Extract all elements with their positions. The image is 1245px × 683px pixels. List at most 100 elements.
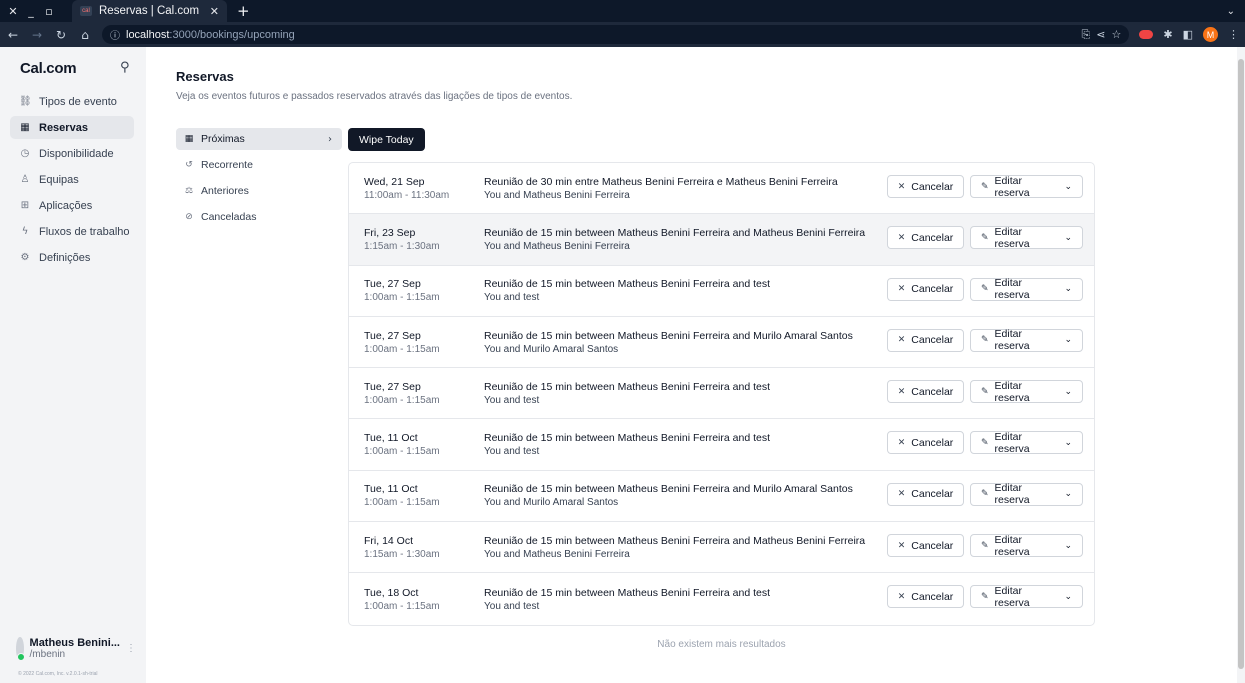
- page-scrollbar[interactable]: [1237, 47, 1245, 683]
- edit-booking-button[interactable]: ✎ Editar reserva ⌄: [970, 226, 1083, 250]
- maximize-window-icon[interactable]: ▫: [40, 5, 58, 18]
- sidebar-item-fluxos-de-trabalho[interactable]: ϟ Fluxos de trabalho: [10, 220, 134, 243]
- edit-booking-button[interactable]: ✎ Editar reserva ⌄: [970, 482, 1083, 506]
- tab-anteriores[interactable]: ⚖ Anteriores: [176, 180, 342, 202]
- close-icon: ✕: [897, 335, 906, 346]
- booking-row[interactable]: Tue, 11 Oct 1:00am - 1:15am Reunião de 15…: [349, 471, 1094, 523]
- sidebar-item-equipas[interactable]: ♙ Equipas: [10, 168, 134, 191]
- booking-title: Reunião de 15 min between Matheus Benini…: [484, 226, 866, 239]
- profile-avatar[interactable]: M: [1203, 27, 1218, 42]
- booking-date: Tue, 27 Sep: [364, 278, 421, 291]
- edit-booking-button[interactable]: ✎ Editar reserva ⌄: [970, 431, 1083, 455]
- booking-date: Wed, 21 Sep: [364, 175, 425, 188]
- close-icon: ✕: [897, 284, 906, 295]
- close-window-icon[interactable]: ✕: [4, 5, 22, 18]
- booking-time: 1:00am - 1:15am: [364, 446, 440, 458]
- cancel-button[interactable]: ✕ Cancelar: [887, 226, 964, 250]
- booking-row[interactable]: Fri, 14 Oct 1:15am - 1:30am Reunião de 15…: [349, 522, 1094, 574]
- cancel-button[interactable]: ✕ Cancelar: [887, 277, 964, 301]
- close-icon: ✕: [897, 437, 906, 448]
- bookmark-star-icon[interactable]: ☆: [1112, 28, 1122, 41]
- edit-icon: ✎: [981, 232, 989, 243]
- booking-attendees: You and Matheus Benini Ferreira: [484, 240, 630, 252]
- back-icon[interactable]: ←: [6, 28, 20, 42]
- sidebar-item-disponibilidade[interactable]: ◷ Disponibilidade: [10, 142, 134, 165]
- reload-icon[interactable]: ↻: [54, 28, 68, 42]
- cancel-button[interactable]: ✕ Cancelar: [887, 328, 964, 352]
- sidebar-item-label: Fluxos de trabalho: [39, 225, 130, 238]
- booking-title: Reunião de 15 min between Matheus Benini…: [484, 278, 771, 291]
- translate-icon[interactable]: ⎘: [1081, 28, 1090, 42]
- chevron-down-icon: ⌄: [1064, 181, 1072, 192]
- edit-icon: ✎: [981, 489, 989, 500]
- extension-icon[interactable]: [1139, 30, 1154, 39]
- search-icon[interactable]: ⚲: [120, 60, 130, 75]
- more-vertical-icon[interactable]: ⋮: [126, 643, 136, 654]
- booking-row[interactable]: Tue, 27 Sep 1:00am - 1:15am Reunião de 15…: [349, 317, 1094, 369]
- browser-tab[interactable]: cal Reservas | Cal.com ✕: [72, 0, 227, 22]
- minimize-window-icon[interactable]: _: [22, 5, 40, 18]
- clock-icon: ◷: [20, 148, 30, 159]
- tab-search-icon[interactable]: ⌄: [1227, 6, 1235, 17]
- side-panel-icon[interactable]: ◧: [1183, 28, 1193, 41]
- sidebar-item-aplicacoes[interactable]: ⊞ Aplicações: [10, 194, 134, 217]
- sidebar-item-reservas[interactable]: ▦ Reservas: [10, 116, 134, 139]
- chevron-down-icon: ⌄: [1064, 591, 1072, 602]
- wipe-today-button[interactable]: Wipe Today: [348, 128, 425, 151]
- booking-date: Tue, 11 Oct: [364, 432, 418, 445]
- user-menu[interactable]: Matheus Benini... /mbenin ⋮: [16, 637, 136, 661]
- extensions-puzzle-icon[interactable]: ✱: [1163, 28, 1172, 41]
- edit-icon: ✎: [981, 181, 989, 192]
- chevron-right-icon: ›: [328, 133, 332, 145]
- tab-canceladas[interactable]: ⊘ Canceladas: [176, 206, 342, 228]
- chevron-down-icon: ⌄: [1064, 284, 1072, 295]
- booking-row[interactable]: Wed, 21 Sep 11:00am - 11:30am Reunião de …: [349, 163, 1094, 215]
- close-tab-icon[interactable]: ✕: [210, 5, 219, 18]
- booking-row[interactable]: Tue, 27 Sep 1:00am - 1:15am Reunião de 15…: [349, 266, 1094, 317]
- edit-booking-button[interactable]: ✎ Editar reserva ⌄: [970, 175, 1083, 199]
- edit-booking-button[interactable]: ✎ Editar reserva ⌄: [970, 380, 1083, 404]
- booking-title: Reunião de 15 min between Matheus Benini…: [484, 483, 853, 496]
- browser-menu-icon[interactable]: ⋮: [1228, 28, 1239, 41]
- cancel-button[interactable]: ✕ Cancelar: [887, 482, 964, 506]
- main-content: Reservas Veja os eventos futuros e passa…: [146, 47, 1237, 683]
- cancel-button[interactable]: ✕ Cancelar: [887, 585, 964, 609]
- sidebar-item-tipos-de-evento[interactable]: ⛓ Tipos de evento: [10, 90, 134, 113]
- booking-time: 1:15am - 1:30am: [364, 548, 440, 560]
- booking-attendees: You and test: [484, 292, 540, 304]
- cancel-button[interactable]: ✕ Cancelar: [887, 534, 964, 558]
- sidebar-item-definicoes[interactable]: ⚙ Definições: [10, 246, 134, 269]
- scrollbar-thumb[interactable]: [1238, 59, 1244, 669]
- edit-booking-button[interactable]: ✎ Editar reserva ⌄: [970, 328, 1083, 352]
- booking-date: Fri, 14 Oct: [364, 534, 414, 547]
- sidebar-item-label: Definições: [39, 251, 91, 264]
- share-icon[interactable]: ⋖: [1096, 28, 1105, 41]
- cancel-button[interactable]: ✕ Cancelar: [887, 431, 964, 455]
- brand-logo[interactable]: Cal.com: [20, 60, 77, 77]
- cancel-button[interactable]: ✕ Cancelar: [887, 380, 964, 404]
- booking-date: Tue, 27 Sep: [364, 329, 421, 342]
- site-info-icon[interactable]: ⓘ: [110, 27, 120, 42]
- avatar: [16, 637, 25, 661]
- booking-row[interactable]: Fri, 23 Sep 1:15am - 1:30am Reunião de 15…: [349, 214, 1094, 266]
- home-icon[interactable]: ⌂: [78, 28, 92, 42]
- tab-title: Reservas | Cal.com: [99, 5, 200, 17]
- edit-booking-button[interactable]: ✎ Editar reserva ⌄: [970, 534, 1083, 558]
- edit-booking-button[interactable]: ✎ Editar reserva ⌄: [970, 277, 1083, 301]
- calendar-icon: ▦: [20, 122, 30, 133]
- booking-row[interactable]: Tue, 18 Oct 1:00am - 1:15am Reunião de 15…: [349, 573, 1094, 624]
- address-bar[interactable]: ⓘ localhost:3000/bookings/upcoming ⎘ ⋖ ☆: [102, 25, 1130, 44]
- booking-time: 11:00am - 11:30am: [364, 189, 450, 201]
- booking-row[interactable]: Tue, 27 Sep 1:00am - 1:15am Reunião de 15…: [349, 368, 1094, 420]
- booking-row[interactable]: Tue, 11 Oct 1:00am - 1:15am Reunião de 15…: [349, 419, 1094, 471]
- new-tab-icon[interactable]: +: [237, 2, 250, 20]
- tab-proximas[interactable]: ▦ Próximas ›: [176, 128, 342, 150]
- url-path: :3000/bookings/upcoming: [169, 28, 295, 41]
- edit-icon: ✎: [981, 540, 989, 551]
- cancel-label: Cancelar: [911, 334, 954, 347]
- cancel-button[interactable]: ✕ Cancelar: [887, 175, 964, 198]
- edit-booking-button[interactable]: ✎ Editar reserva ⌄: [970, 585, 1083, 609]
- forward-icon[interactable]: →: [30, 28, 44, 42]
- sidebar: Cal.com ⚲ ⛓ Tipos de evento ▦ Reservas ◷…: [0, 47, 146, 683]
- tab-recorrente[interactable]: ↺ Recorrente: [176, 154, 342, 176]
